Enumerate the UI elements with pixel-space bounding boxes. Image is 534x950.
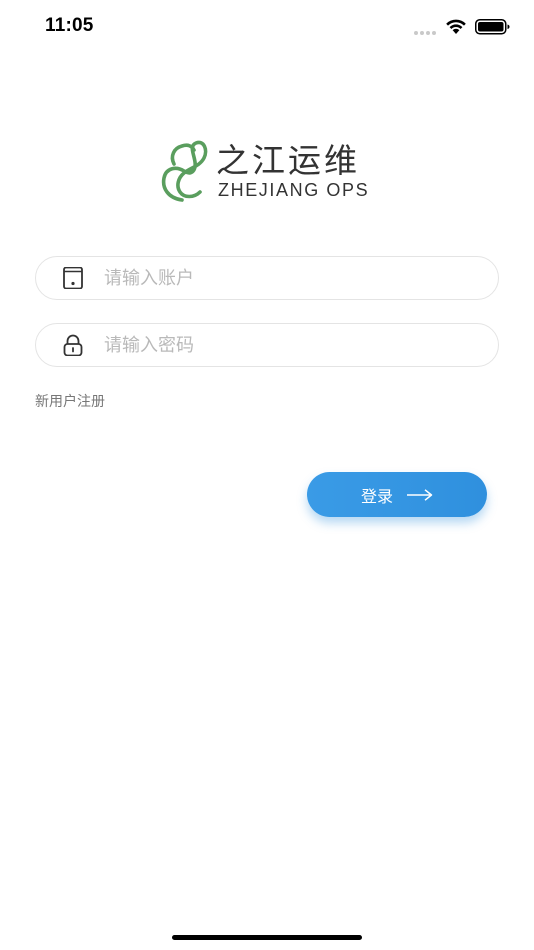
arrow-right-icon xyxy=(407,488,433,501)
logo-english-name: ZHEJIANG OPS xyxy=(218,180,370,200)
app-logo: 之江运维 ZHEJIANG OPS xyxy=(160,140,390,206)
logo-chinese-name: 之江运维 xyxy=(216,141,360,180)
register-link[interactable]: 新用户注册 xyxy=(35,391,105,411)
leaf-logo-icon xyxy=(161,140,208,202)
phone-icon xyxy=(63,267,83,289)
login-button-label: 登录 xyxy=(360,486,393,506)
signal-icon xyxy=(414,31,436,35)
status-bar: 11:05 xyxy=(0,0,534,56)
lock-icon xyxy=(63,334,83,356)
login-button[interactable]: 登录 xyxy=(307,472,487,517)
status-time: 11:05 xyxy=(45,15,94,36)
password-input[interactable] xyxy=(104,324,484,366)
password-field[interactable] xyxy=(35,323,499,367)
account-field[interactable] xyxy=(35,256,499,300)
home-indicator[interactable] xyxy=(172,935,362,940)
account-input[interactable] xyxy=(104,257,484,299)
battery-icon xyxy=(475,19,510,35)
wifi-icon xyxy=(446,19,466,34)
